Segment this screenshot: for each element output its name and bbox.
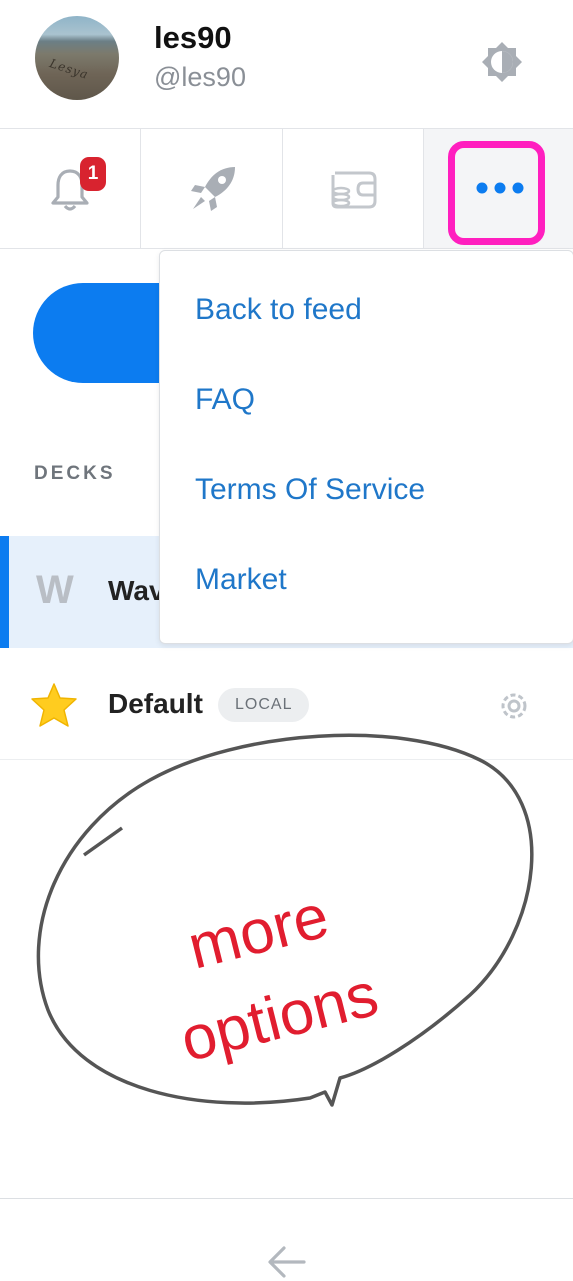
deck-initial: W (36, 568, 74, 612)
more-options-menu: Back to feed FAQ Terms Of Service Market (159, 250, 573, 644)
user-handle: @les90 (154, 62, 246, 92)
notification-badge: 1 (80, 157, 106, 191)
local-badge: LOCAL (218, 688, 310, 722)
back-arrow-icon[interactable] (266, 1244, 308, 1280)
decks-heading: DECKS (34, 463, 116, 484)
bottom-bar (0, 1198, 573, 1281)
username: les90 (154, 20, 232, 55)
menu-item-market[interactable]: Market (195, 563, 287, 597)
deck-name: Wav (108, 575, 165, 606)
menu-item-faq[interactable]: FAQ (195, 383, 255, 417)
menu-item-back-to-feed[interactable]: Back to feed (195, 293, 362, 327)
avatar-writing: Lesya (47, 56, 91, 82)
profile-header: Lesya les90 @les90 (0, 0, 573, 129)
menu-item-terms[interactable]: Terms Of Service (195, 473, 425, 507)
gear-icon[interactable] (496, 688, 532, 724)
annotation-text-more: more (181, 882, 335, 983)
wallet-icon (331, 171, 377, 209)
more-options-highlight (448, 141, 545, 245)
rocket-icon (191, 167, 235, 211)
tab-wallet[interactable] (283, 129, 424, 248)
deck-name: Default (108, 688, 203, 719)
tab-promote[interactable] (141, 129, 283, 248)
avatar[interactable]: Lesya (35, 16, 119, 100)
tab-notifications[interactable]: 1 (0, 129, 141, 248)
annotation-bubble: more options (36, 733, 534, 1107)
theme-toggle-icon[interactable] (478, 38, 526, 86)
